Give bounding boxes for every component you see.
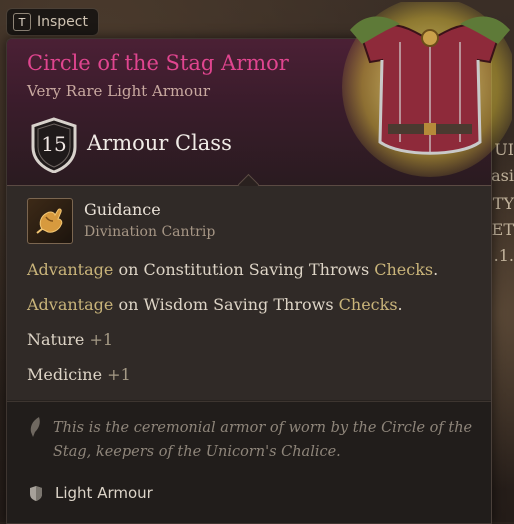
property-text: on Wisdom Saving Throws — [113, 295, 339, 314]
spell-school: Divination Cantrip — [84, 224, 216, 240]
tooltip-body: Guidance Divination Cantrip Advantage on… — [7, 186, 491, 400]
item-rarity-type: Very Rare Light Armour — [27, 82, 211, 100]
flavor-section: This is the ceremonial armor of worn by … — [7, 401, 491, 523]
skill-name: Nature — [27, 330, 85, 349]
key-hint: T — [13, 13, 31, 31]
skill-line: Medicine +1 — [27, 365, 131, 384]
flavor-text: This is the ceremonial armor of worn by … — [53, 420, 473, 460]
armour-class-label: Armour Class — [87, 131, 232, 155]
skill-bonus: +1 — [89, 330, 114, 349]
armour-type-label: Light Armour — [55, 484, 153, 502]
armour-class-value: 15 — [41, 132, 67, 156]
quill-icon — [30, 417, 40, 437]
armor-item-image — [342, 2, 512, 177]
property-keyword-tail[interactable]: Checks — [374, 260, 433, 279]
property-text: on Constitution Saving Throws — [113, 260, 375, 279]
inspect-label: Inspect — [37, 14, 88, 30]
inspect-button[interactable]: T Inspect — [6, 8, 99, 36]
skill-bonus: +1 — [107, 365, 131, 384]
spell-name: Guidance — [84, 200, 161, 219]
guidance-hand-icon[interactable] — [27, 198, 73, 244]
property-line: Advantage on Constitution Saving Throws … — [27, 260, 438, 279]
property-end: . — [433, 260, 439, 279]
item-name: Circle of the Stag Armor — [27, 51, 289, 75]
property-keyword-tail[interactable]: Checks — [339, 295, 398, 314]
property-keyword[interactable]: Advantage — [27, 260, 113, 279]
property-line: Advantage on Wisdom Saving Throws Checks… — [27, 295, 403, 314]
skill-line: Nature +1 — [27, 330, 113, 349]
skill-name: Medicine — [27, 365, 103, 384]
background-text: .1. — [493, 246, 514, 265]
property-end: . — [397, 295, 403, 314]
background-text: TY — [492, 194, 514, 213]
armour-icon — [30, 486, 42, 501]
property-keyword[interactable]: Advantage — [27, 295, 113, 314]
